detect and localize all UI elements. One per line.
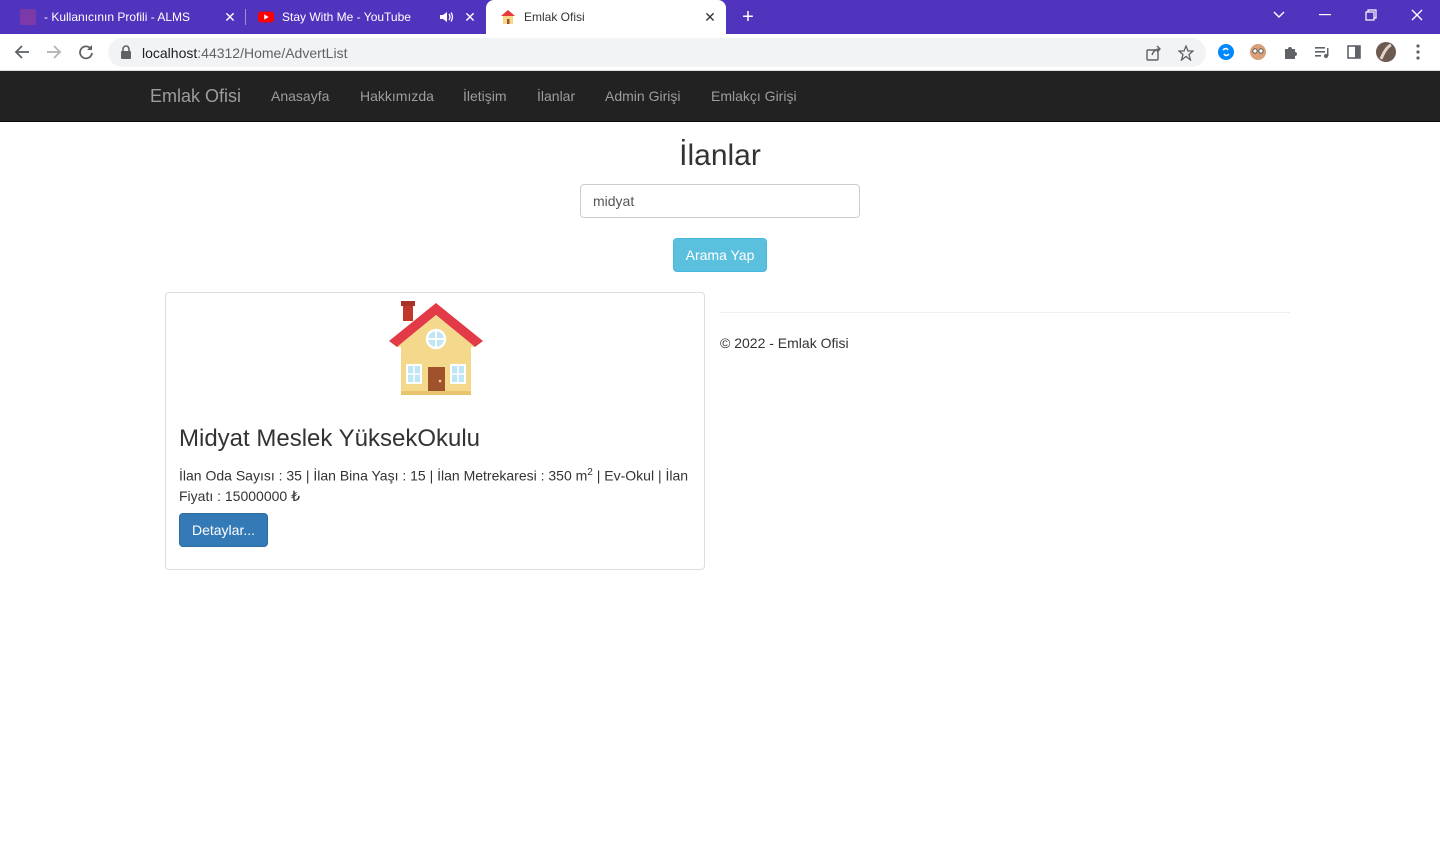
tab-title: Stay With Me - YouTube xyxy=(282,10,411,24)
extension-face-icon[interactable] xyxy=(1246,40,1270,64)
media-queue-icon[interactable] xyxy=(1310,40,1334,64)
listing-description: İlan Oda Sayısı : 35 | İlan Bina Yaşı : … xyxy=(179,463,695,506)
speaker-icon[interactable] xyxy=(440,10,454,24)
close-tab-icon[interactable]: ✕ xyxy=(462,9,478,25)
nav-link-emlakci-girisi[interactable]: Emlakçı Girişi xyxy=(711,88,797,104)
browser-tab-strip: - Kullanıcının Profili - ALMS ✕ Stay Wit… xyxy=(0,0,1440,34)
side-panel-icon[interactable] xyxy=(1342,40,1366,64)
nav-link-ilanlar[interactable]: İlanlar xyxy=(537,88,575,104)
reload-icon[interactable] xyxy=(74,40,98,64)
listing-desc-part: İlan Oda Sayısı : 35 | İlan Bina Yaşı : … xyxy=(179,467,588,484)
back-arrow-icon[interactable] xyxy=(10,40,34,64)
nav-link-admin-girisi[interactable]: Admin Girişi xyxy=(605,88,680,104)
browser-toolbar: localhost:44312/Home/AdvertList xyxy=(0,34,1440,71)
tab-title: Emlak Ofisi xyxy=(524,10,585,24)
footer-copyright: © 2022 - Emlak Ofisi xyxy=(720,335,849,351)
bookmark-star-icon[interactable] xyxy=(1176,43,1196,63)
page-title: İlanlar xyxy=(679,139,761,172)
nav-link-anasayfa[interactable]: Anasayfa xyxy=(271,88,329,104)
tab-emlak-ofisi[interactable]: Emlak Ofisi ✕ xyxy=(486,0,726,34)
details-button[interactable]: Detaylar... xyxy=(179,513,268,547)
listing-title: Midyat Meslek YüksekOkulu xyxy=(179,425,481,452)
house-favicon-icon xyxy=(500,9,516,25)
minimize-icon[interactable] xyxy=(1302,0,1348,30)
forward-arrow-icon[interactable] xyxy=(42,40,66,64)
listing-card: Midyat Meslek YüksekOkulu İlan Oda Sayıs… xyxy=(165,292,705,570)
tab-alms[interactable]: - Kullanıcının Profili - ALMS ✕ xyxy=(0,0,246,34)
house-image xyxy=(383,299,489,397)
search-input[interactable] xyxy=(580,184,860,218)
youtube-favicon-icon xyxy=(258,9,274,25)
search-button[interactable]: Arama Yap xyxy=(673,238,767,272)
extensions-puzzle-icon[interactable] xyxy=(1278,40,1302,64)
url-host: localhost xyxy=(142,45,198,61)
new-tab-button[interactable]: + xyxy=(736,5,760,29)
url-path: :44312/Home/AdvertList xyxy=(197,45,348,61)
site-navbar: Emlak Ofisi Anasayfa Hakkımızda İletişim… xyxy=(0,71,1440,122)
url-text[interactable]: localhost:44312/Home/AdvertList xyxy=(142,45,347,61)
restore-icon[interactable] xyxy=(1348,0,1394,30)
tab-search-icon[interactable] xyxy=(1256,0,1302,30)
tab-youtube[interactable]: Stay With Me - YouTube ✕ xyxy=(246,0,486,34)
tab-title: - Kullanıcının Profili - ALMS xyxy=(44,10,191,24)
lock-icon[interactable] xyxy=(120,45,134,59)
close-tab-icon[interactable]: ✕ xyxy=(222,9,238,25)
alms-favicon-icon xyxy=(20,9,36,25)
navbar-brand[interactable]: Emlak Ofisi xyxy=(150,86,241,107)
close-window-icon[interactable] xyxy=(1394,0,1440,30)
nav-link-iletisim[interactable]: İletişim xyxy=(463,88,507,104)
nav-link-hakkimizda[interactable]: Hakkımızda xyxy=(360,88,434,104)
footer-divider xyxy=(720,312,1290,313)
share-icon[interactable] xyxy=(1144,43,1164,63)
menu-kebab-icon[interactable] xyxy=(1406,40,1430,64)
profile-avatar-icon[interactable] xyxy=(1374,40,1398,64)
close-tab-icon[interactable]: ✕ xyxy=(702,9,718,25)
address-bar[interactable]: localhost:44312/Home/AdvertList xyxy=(108,38,1206,67)
shazam-extension-icon[interactable] xyxy=(1214,40,1238,64)
